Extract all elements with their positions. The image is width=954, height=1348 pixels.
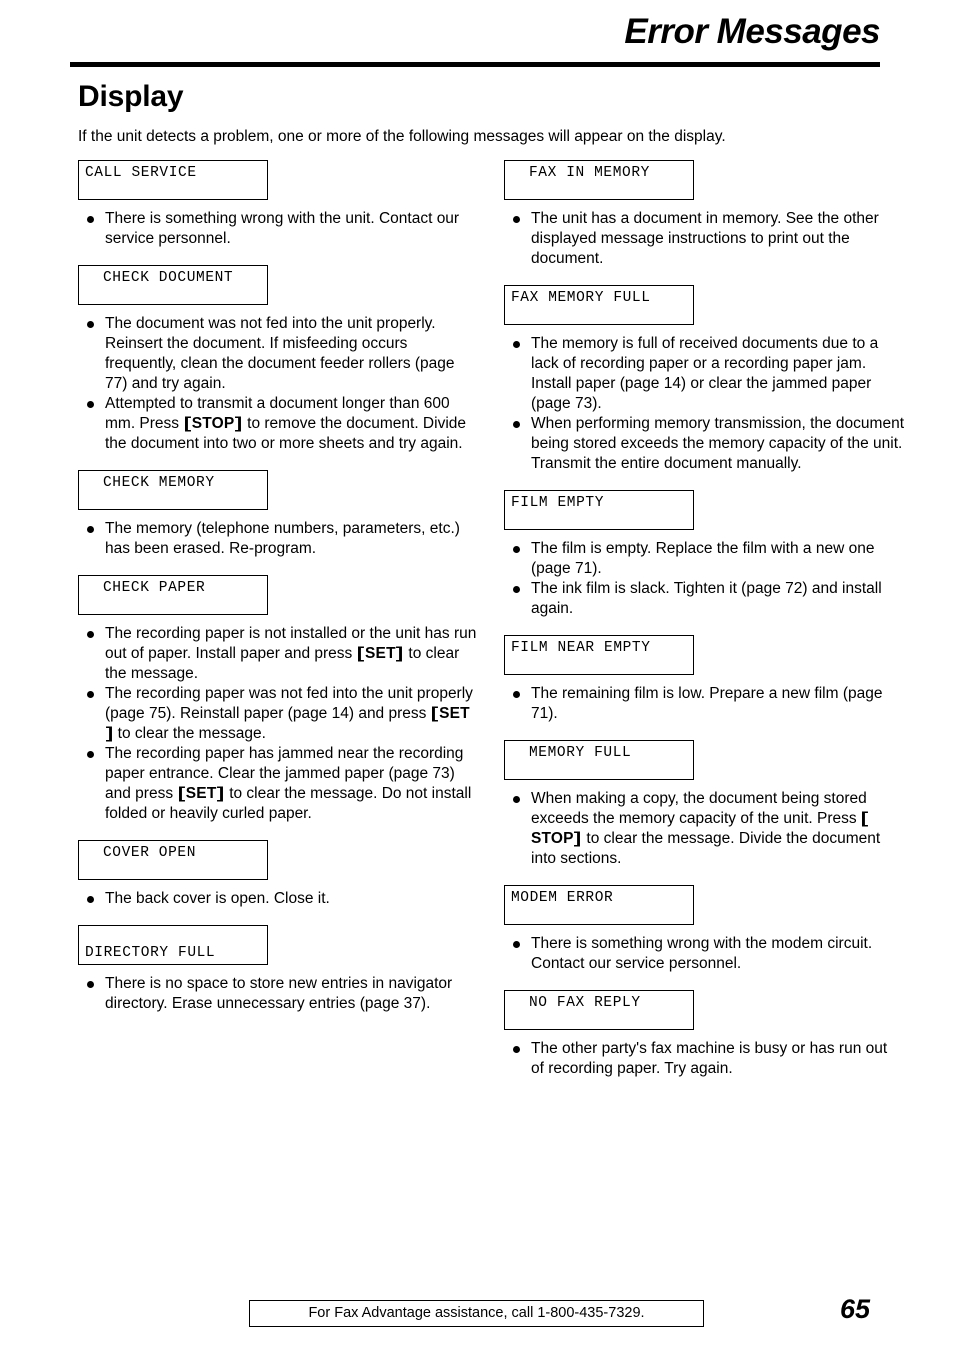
lcd-display-box: FAX IN MEMORY: [504, 160, 694, 200]
explanation-item: The recording paper is not installed or …: [78, 624, 478, 684]
explanation-item: There is something wrong with the modem …: [504, 934, 904, 974]
explanation-item: There is something wrong with the unit. …: [78, 209, 478, 249]
lcd-display-text: DIRECTORY FULL: [85, 944, 216, 961]
explanation-list: The memory is full of received documents…: [504, 334, 904, 474]
lcd-display-text: CHECK MEMORY: [103, 474, 215, 491]
error-message-block: FILM EMPTY The film is empty. Replace the…: [504, 489, 904, 619]
explanation-item: The film is empty. Replace the film with…: [504, 539, 904, 579]
explanation-item: The other party's fax machine is busy or…: [504, 1039, 904, 1079]
error-message-block: NO FAX REPLY The other party's fax machin…: [504, 989, 904, 1079]
explanation-item: There is no space to store new entries i…: [78, 974, 478, 1014]
explanation-list: The memory (telephone numbers, parameter…: [78, 519, 478, 559]
lcd-display-box: CHECK MEMORY: [78, 469, 268, 510]
fax-advantage-assistance-notice: For Fax Advantage assistance, call 1-800…: [249, 1300, 704, 1327]
error-message-block: DIRECTORY FULL There is no space to store…: [78, 924, 478, 1014]
key-stop: [STOP]: [531, 809, 870, 847]
lcd-display-box: NO FAX REPLY: [504, 989, 694, 1030]
lcd-display-box: CALL SERVICE: [78, 160, 268, 200]
key-set: [SET]: [356, 644, 404, 662]
key-stop: [STOP]: [183, 414, 243, 432]
error-message-block: CHECK DOCUMENT The document was not fed i…: [78, 264, 478, 454]
lcd-display-box: FILM EMPTY: [504, 489, 694, 530]
explanation-list: The film is empty. Replace the film with…: [504, 539, 904, 619]
error-message-block: FILM NEAR EMPTY The remaining film is low…: [504, 634, 904, 724]
explanation-item: The recording paper was not fed into the…: [78, 684, 478, 744]
error-message-block: COVER OPEN The back cover is open. Close …: [78, 839, 478, 909]
page-title: Error Messages: [624, 12, 880, 51]
error-message-block: CHECK PAPER The recording paper is not in…: [78, 574, 478, 824]
error-message-block: FAX IN MEMORY The unit has a document in …: [504, 160, 904, 269]
lcd-display-text: FILM EMPTY: [511, 494, 605, 511]
explanation-item: The memory (telephone numbers, parameter…: [78, 519, 478, 559]
explanation-item: Attempted to transmit a document longer …: [78, 394, 478, 454]
explanation-item: When performing memory transmission, the…: [504, 414, 904, 474]
key-set: [SET]: [177, 784, 225, 802]
lcd-display-text: MEMORY FULL: [529, 744, 632, 761]
lcd-display-text: CALL SERVICE: [85, 165, 197, 181]
left-column: CALL SERVICE There is something wrong wit…: [78, 160, 478, 1030]
section-intro-text: If the unit detects a problem, one or mo…: [78, 128, 726, 145]
explanation-item: The recording paper has jammed near the …: [78, 744, 478, 824]
lcd-display-box: FAX MEMORY FULL: [504, 284, 694, 325]
explanation-item: When making a copy, the document being s…: [504, 789, 904, 869]
lcd-display-text: CHECK PAPER: [103, 579, 206, 596]
explanation-list: The unit has a document in memory. See t…: [504, 209, 904, 269]
lcd-display-box: DIRECTORY FULL: [78, 924, 268, 965]
page-number: 65: [840, 1294, 871, 1324]
error-message-block: FAX MEMORY FULL The memory is full of rec…: [504, 284, 904, 474]
section-heading: Display: [78, 80, 184, 113]
error-message-block: CALL SERVICE There is something wrong wit…: [78, 160, 478, 249]
explanation-list: There is something wrong with the modem …: [504, 934, 904, 974]
lcd-display-box: FILM NEAR EMPTY: [504, 634, 694, 675]
explanation-item: The back cover is open. Close it.: [78, 889, 478, 909]
explanation-item: The ink film is slack. Tighten it (page …: [504, 579, 904, 619]
explanation-list: The document was not fed into the unit p…: [78, 314, 478, 454]
error-message-block: MODEM ERROR There is something wrong with…: [504, 884, 904, 974]
lcd-display-box: MODEM ERROR: [504, 884, 694, 925]
lcd-display-text: CHECK DOCUMENT: [103, 269, 234, 286]
page-header: Error Messages: [70, 12, 880, 51]
explanation-list: The recording paper is not installed or …: [78, 624, 478, 824]
error-message-block: CHECK MEMORY The memory (telephone number…: [78, 469, 478, 559]
lcd-display-box: COVER OPEN: [78, 839, 268, 880]
lcd-display-text: COVER OPEN: [103, 844, 197, 861]
right-column: FAX IN MEMORY The unit has a document in …: [504, 160, 904, 1095]
explanation-item: The memory is full of received documents…: [504, 334, 904, 414]
lcd-display-box: CHECK DOCUMENT: [78, 264, 268, 305]
lcd-display-text: MODEM ERROR: [511, 889, 614, 906]
lcd-display-box: CHECK PAPER: [78, 574, 268, 615]
explanation-list: The other party's fax machine is busy or…: [504, 1039, 904, 1079]
lcd-display-text: FILM NEAR EMPTY: [511, 639, 651, 656]
header-divider: [70, 62, 880, 67]
lcd-display-text: FAX MEMORY FULL: [511, 289, 651, 306]
explanation-list: The back cover is open. Close it.: [78, 889, 478, 909]
explanation-item: The remaining film is low. Prepare a new…: [504, 684, 904, 724]
lcd-display-text: NO FAX REPLY: [529, 994, 641, 1011]
explanation-list: There is something wrong with the unit. …: [78, 209, 478, 249]
explanation-list: When making a copy, the document being s…: [504, 789, 904, 869]
explanation-item: The unit has a document in memory. See t…: [504, 209, 904, 269]
explanation-item: The document was not fed into the unit p…: [78, 314, 478, 394]
lcd-display-text: FAX IN MEMORY: [529, 165, 650, 181]
explanation-list: The remaining film is low. Prepare a new…: [504, 684, 904, 724]
explanation-list: There is no space to store new entries i…: [78, 974, 478, 1014]
key-set: [SET]: [105, 704, 470, 742]
error-message-block: MEMORY FULL When making a copy, the docum…: [504, 739, 904, 869]
lcd-display-box: MEMORY FULL: [504, 739, 694, 780]
